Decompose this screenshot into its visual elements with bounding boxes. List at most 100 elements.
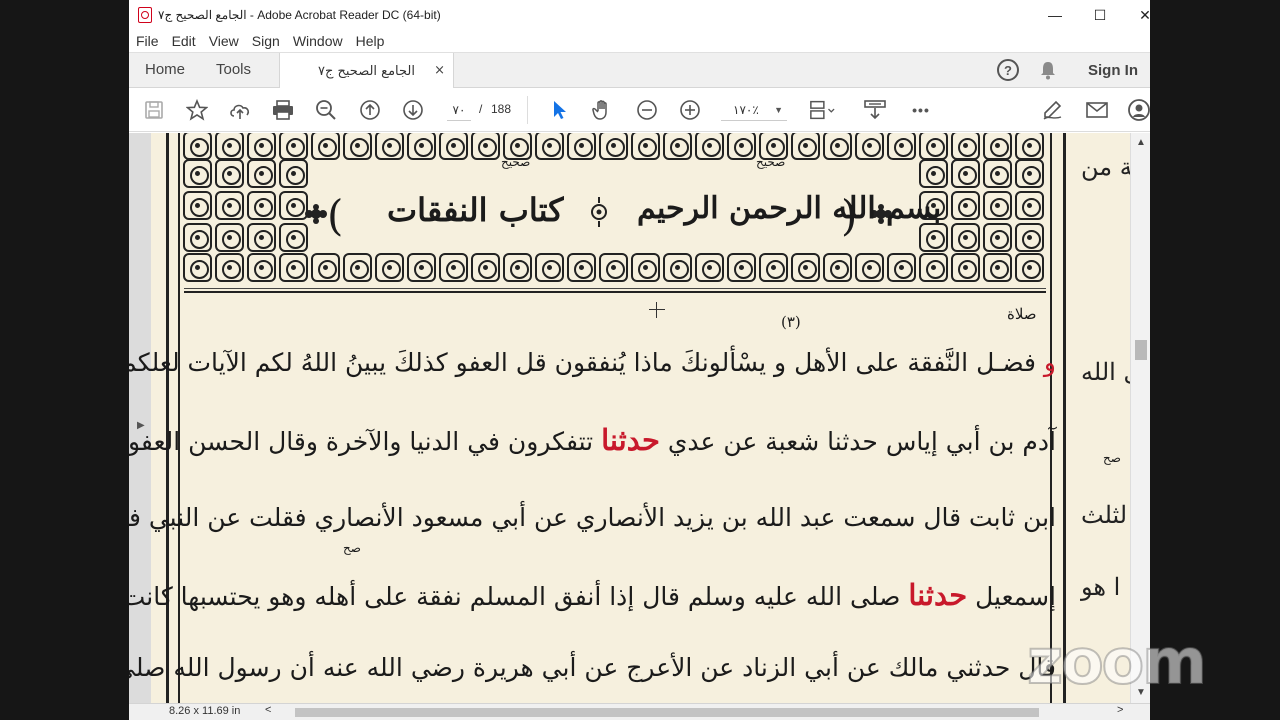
menu-help[interactable]: Help xyxy=(356,33,392,49)
ornament-tile xyxy=(439,253,468,282)
text-line-1: و فضـل النَّفقة على الأهل و يسْألونكَ ما… xyxy=(129,348,1056,377)
ornament-tile xyxy=(215,191,244,220)
line-4-red-word: حدثنا xyxy=(908,578,968,612)
ornament-tile xyxy=(727,253,756,282)
ornament-tile xyxy=(983,133,1012,160)
ornament-column-right-2 xyxy=(951,159,980,252)
ornament-tile xyxy=(855,133,884,160)
tab-home[interactable]: Home xyxy=(145,61,185,78)
sign-in-button[interactable]: Sign In xyxy=(1088,62,1138,79)
line-1-text: فضـل النَّفقة على الأهل و يسْألونكَ ماذا… xyxy=(129,348,1036,377)
minimize-button[interactable]: — xyxy=(1032,0,1078,30)
account-icon[interactable] xyxy=(1126,97,1150,123)
screen: { "window": { "title": "الجامع الصحيح ج٧… xyxy=(0,0,1280,720)
zoom-level-select[interactable]: ١٧٠٪ ▼ xyxy=(721,99,787,121)
zoom-in-icon[interactable] xyxy=(677,97,703,123)
scroll-up-icon[interactable]: ▲ xyxy=(1136,137,1146,148)
previous-page-icon[interactable] xyxy=(357,97,383,123)
close-tab-icon[interactable]: × xyxy=(434,63,445,78)
ornament-tile xyxy=(951,253,980,282)
ornament-column-left-2 xyxy=(215,159,244,252)
select-pointer-icon[interactable] xyxy=(547,97,573,123)
crosshair-cursor-icon xyxy=(649,302,665,318)
ornament-tile xyxy=(919,133,948,160)
tab-document[interactable]: الجامع الصحيح ج٧ × xyxy=(279,53,454,89)
menu-sign[interactable]: Sign xyxy=(252,33,287,49)
margin-text-3: لثلث xyxy=(1081,501,1128,529)
ornament-tile xyxy=(919,223,948,252)
ornament-tile xyxy=(1015,191,1044,220)
ornament-tile xyxy=(887,133,916,160)
ornament-flower-left-icon xyxy=(305,204,327,224)
top-note-left: صحيح xyxy=(501,155,531,169)
toolbar-divider xyxy=(527,96,528,124)
ornament-tile xyxy=(183,223,212,252)
ornament-tile xyxy=(183,191,212,220)
ornament-tile xyxy=(823,253,852,282)
bookmark-star-icon[interactable] xyxy=(184,97,210,123)
ornament-tile xyxy=(599,133,628,160)
upload-cloud-icon[interactable] xyxy=(227,97,253,123)
ornament-tile xyxy=(183,159,212,188)
notification-bell-icon[interactable] xyxy=(1039,60,1057,80)
menu-window[interactable]: Window xyxy=(293,33,350,49)
ornament-tile xyxy=(791,253,820,282)
document-tab-label: الجامع الصحيح ج٧ xyxy=(317,63,415,79)
sign-pen-icon[interactable] xyxy=(1040,97,1066,123)
print-icon[interactable] xyxy=(270,97,296,123)
ornament-tile xyxy=(1015,159,1044,188)
document-viewer[interactable]: ▶ صحيح صحيح ( ) كتاب النفقات بسم الله ال… xyxy=(129,133,1150,703)
menu-file[interactable]: File xyxy=(136,33,166,49)
window-title: الجامع الصحيح ج٧ - Adobe Acrobat Reader … xyxy=(158,8,441,22)
chevron-down-icon: ▼ xyxy=(774,105,783,115)
ornament-tile xyxy=(247,253,276,282)
ornament-tile xyxy=(855,253,884,282)
menu-edit[interactable]: Edit xyxy=(172,33,203,49)
close-window-button[interactable]: ✕ xyxy=(1122,0,1150,30)
menu-view[interactable]: View xyxy=(209,33,246,49)
next-page-icon[interactable] xyxy=(400,97,426,123)
ornament-column-right-3 xyxy=(983,159,1012,252)
ornament-tile xyxy=(919,253,948,282)
ornament-tile xyxy=(407,253,436,282)
scroll-thumb[interactable] xyxy=(1135,340,1147,360)
ornament-tile xyxy=(663,253,692,282)
ornament-tile xyxy=(535,133,564,160)
hand-tool-icon[interactable] xyxy=(590,97,616,123)
margin-text-4: ا هو xyxy=(1081,573,1121,601)
ornament-tile xyxy=(983,223,1012,252)
ornament-tile xyxy=(567,253,596,282)
zoom-out-icon[interactable] xyxy=(634,97,660,123)
save-icon[interactable] xyxy=(141,97,167,123)
text-line-5: قال حدثني مالك عن أبي الزناد عن الأعرج ع… xyxy=(129,653,1056,682)
ornament-tile xyxy=(503,253,532,282)
ornament-tile xyxy=(407,133,436,160)
ornament-tile xyxy=(247,191,276,220)
line-1-red-word: و xyxy=(1043,348,1056,377)
zoom-out-search-icon[interactable] xyxy=(313,97,339,123)
horizontal-scroll-thumb[interactable] xyxy=(295,708,1039,717)
ornament-tile xyxy=(983,191,1012,220)
ornament-tile xyxy=(279,159,308,188)
mail-icon[interactable] xyxy=(1084,97,1110,123)
tab-tools[interactable]: Tools xyxy=(216,61,251,78)
acrobat-window: الجامع الصحيح ج٧ - Adobe Acrobat Reader … xyxy=(129,0,1150,720)
ornament-tile xyxy=(183,253,212,282)
more-tools-icon[interactable]: ••• xyxy=(908,97,934,123)
ornament-tile xyxy=(343,133,372,160)
text-line-4: إسمعيل حدثنا صلى الله عليه وسلم قال إذا … xyxy=(129,578,1056,612)
vertical-scrollbar[interactable]: ▲ ▼ xyxy=(1130,133,1150,703)
maximize-button[interactable]: ☐ xyxy=(1077,0,1123,30)
page-number-input[interactable]: ٧٠ xyxy=(447,99,471,121)
scroll-left-icon[interactable]: < xyxy=(265,704,271,716)
title-bar: الجامع الصحيح ج٧ - Adobe Acrobat Reader … xyxy=(129,0,1150,30)
line-5-text: قال حدثني مالك عن أبي الزناد عن الأعرج ع… xyxy=(129,653,1056,682)
ornament-row-top xyxy=(183,133,1044,160)
scroll-right-icon[interactable]: > xyxy=(1117,704,1123,716)
scroll-mode-icon[interactable] xyxy=(862,97,888,123)
page-size-label: 8.26 x 11.69 in xyxy=(169,705,241,717)
ornament-tile xyxy=(599,253,628,282)
corner-note: صلاة xyxy=(1007,305,1037,323)
page-display-icon[interactable] xyxy=(809,97,835,123)
help-icon[interactable]: ? xyxy=(997,59,1019,81)
